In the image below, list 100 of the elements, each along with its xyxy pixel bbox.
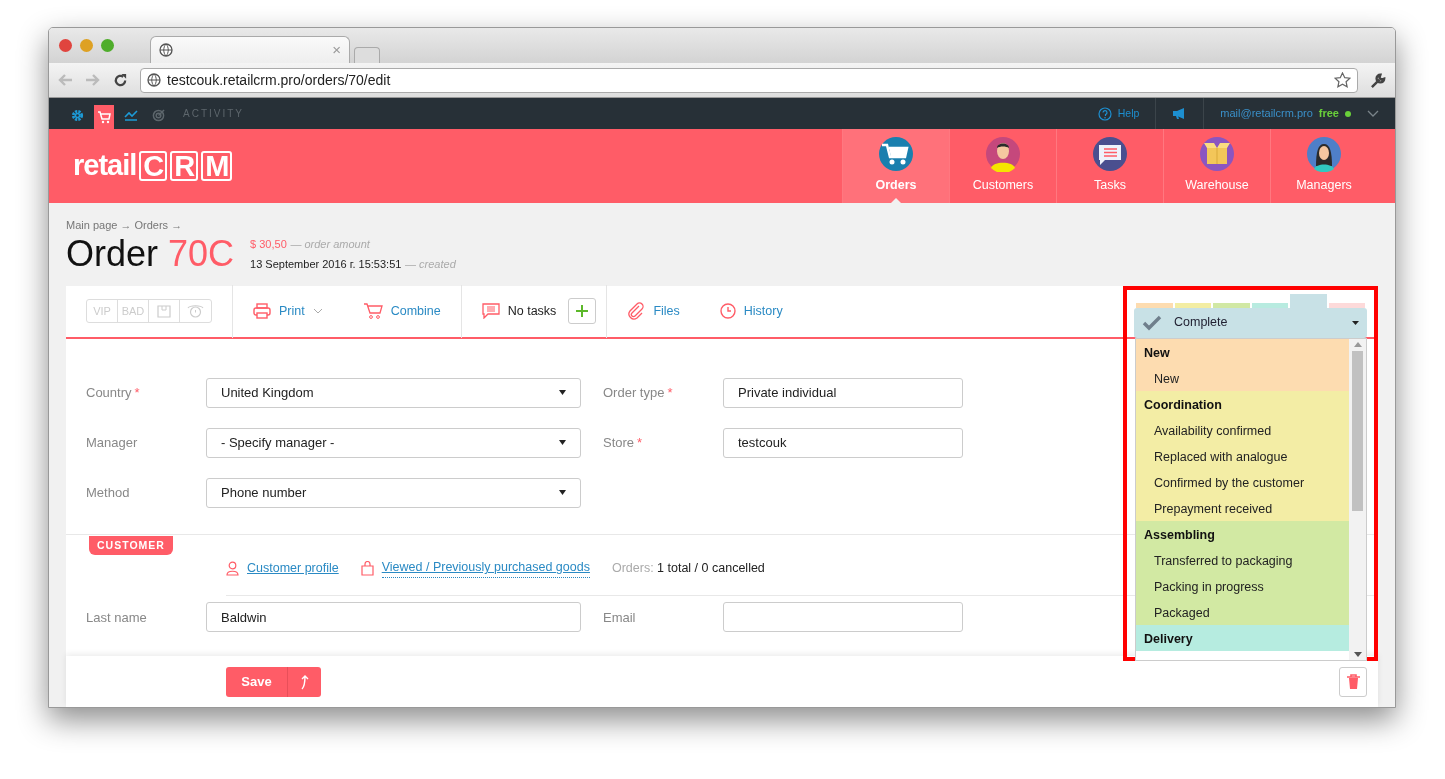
combine-button[interactable]: Combine	[362, 301, 441, 321]
status-option[interactable]: Availability confirmed	[1136, 416, 1349, 443]
close-window-button[interactable]	[59, 39, 72, 52]
user-email[interactable]: mail@retailcrm.pro	[1220, 105, 1313, 122]
group-header: Assembling	[1143, 526, 1216, 544]
status-tab[interactable]	[1136, 302, 1173, 308]
delete-button[interactable]	[1339, 666, 1367, 697]
status-tab[interactable]	[1328, 302, 1365, 308]
chevron-down-icon[interactable]	[1367, 109, 1379, 118]
input-field[interactable]: Baldwin	[206, 602, 581, 633]
plus-icon	[576, 305, 589, 317]
plan-label: free	[1318, 106, 1339, 122]
breadcrumb[interactable]: Main page → Orders →	[66, 217, 1378, 234]
orders-count: Orders: 1 total / 0 cancelled	[611, 559, 765, 577]
status-tab[interactable]	[1213, 302, 1250, 308]
close-tab-button[interactable]: ×	[332, 38, 341, 62]
field-label: Store	[603, 434, 635, 450]
created-date: 13 September 2016 г. 15:53:51	[250, 257, 402, 270]
nav-tab[interactable]: Warehouse	[1163, 129, 1270, 203]
add-task-button[interactable]	[568, 298, 597, 324]
section-badge: CUSTOMER	[89, 535, 173, 556]
status-option[interactable]: New	[1136, 364, 1349, 391]
input-field[interactable]: testcouk	[723, 427, 963, 458]
app-tab[interactable]	[94, 105, 114, 129]
scrollbar[interactable]	[1349, 338, 1366, 660]
paperclip-icon	[627, 302, 646, 320]
status-tab[interactable]	[1251, 302, 1288, 308]
group-header: New	[1143, 344, 1171, 362]
nav-tab[interactable]: Tasks	[1056, 129, 1163, 203]
clock-icon	[719, 303, 736, 319]
select-field[interactable]: United Kingdom	[206, 377, 581, 408]
caret-icon	[559, 440, 566, 445]
save-and-exit-button[interactable]	[287, 666, 321, 697]
status-select[interactable]: Complete	[1134, 307, 1367, 338]
group-header: Delivery	[1143, 630, 1194, 648]
input-field[interactable]: Private individual	[723, 377, 963, 408]
wrench-icon[interactable]	[1370, 71, 1387, 89]
browser-tab[interactable]: ×	[150, 36, 350, 63]
forward-icon[interactable]	[85, 73, 101, 87]
nav-tab[interactable]: Customers	[949, 129, 1056, 203]
reload-icon[interactable]	[113, 72, 128, 88]
help-icon[interactable]	[1097, 106, 1112, 121]
print-button[interactable]: Print	[253, 301, 323, 321]
status-option[interactable]: Prepayment received	[1136, 494, 1349, 521]
group-header: Coordination	[1143, 396, 1223, 414]
field-label: Country	[86, 384, 132, 400]
box-icon	[1199, 136, 1235, 173]
zoom-window-button[interactable]	[101, 39, 114, 52]
nav-tab[interactable]: Orders	[842, 129, 949, 203]
chart-icon[interactable]	[124, 109, 138, 121]
cart-icon	[878, 136, 914, 173]
online-dot	[1345, 110, 1351, 117]
minimize-window-button[interactable]	[80, 39, 93, 52]
order-amount: $ 30,50	[250, 238, 287, 250]
field-label: Order type	[603, 384, 665, 400]
address-field[interactable]: testcouk.retailcrm.pro/orders/70/edit	[140, 67, 1358, 93]
input-field[interactable]	[723, 602, 963, 633]
field-label: Last name	[86, 609, 147, 625]
amount-note: — order amount	[290, 238, 370, 250]
alarm-icon[interactable]	[187, 304, 204, 318]
comment-icon	[481, 303, 500, 319]
flag-icon[interactable]	[157, 304, 171, 318]
printer-icon	[253, 303, 271, 319]
required-icon: *	[134, 384, 140, 400]
save-button[interactable]: Save	[226, 666, 287, 697]
caret-icon	[559, 390, 566, 395]
logo[interactable]: retail C R M	[73, 144, 233, 188]
field-label: Email	[603, 609, 636, 625]
field-label: Method	[86, 484, 130, 500]
caret-icon	[1352, 320, 1359, 325]
tasks-button[interactable]: No tasks	[481, 301, 557, 321]
nav-tab[interactable]: Managers	[1270, 129, 1377, 203]
status-tab[interactable]	[1290, 293, 1327, 308]
history-button[interactable]: History	[719, 301, 783, 321]
status-option[interactable]: Packing in progress	[1136, 572, 1349, 599]
status-option[interactable]: Confirmed by the customer	[1136, 468, 1349, 495]
chat-icon	[1092, 136, 1128, 173]
select-field[interactable]: Phone number	[206, 477, 581, 508]
status-option[interactable]: Packaged	[1136, 598, 1349, 625]
check-icon	[1142, 314, 1162, 331]
back-icon[interactable]	[57, 73, 73, 87]
status-option[interactable]: Transferred to packaging	[1136, 546, 1349, 573]
help-link[interactable]: Help	[1117, 105, 1140, 122]
globe-icon	[159, 43, 173, 57]
scroll-up-icon[interactable]	[1353, 341, 1362, 347]
star-icon[interactable]	[1334, 72, 1351, 88]
globe-icon	[147, 73, 161, 87]
user-icon	[226, 560, 239, 576]
field-label: Manager	[86, 434, 138, 450]
order-title: Order 70C	[66, 233, 235, 274]
trash-icon	[1346, 674, 1360, 689]
cart-icon[interactable]	[97, 110, 111, 124]
files-button[interactable]: Files	[627, 301, 680, 321]
profile-link[interactable]: Customer profile	[226, 558, 339, 578]
status-option[interactable]: Replaced with analogue	[1136, 442, 1349, 469]
select-field[interactable]: - Specify manager -	[206, 427, 581, 458]
goods-link[interactable]: Viewed / Previously purchased goods	[360, 558, 590, 579]
person-icon	[985, 136, 1021, 173]
new-tab-button[interactable]	[354, 47, 380, 63]
cart-icon	[362, 302, 383, 320]
